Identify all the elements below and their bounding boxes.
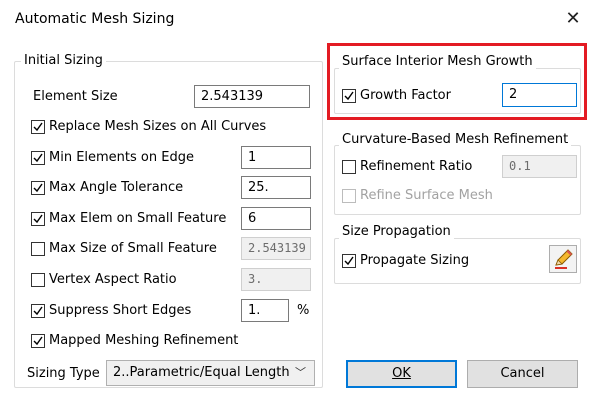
element-size-label: Element Size bbox=[33, 89, 118, 104]
vertex-aspect-ratio-label: Vertex Aspect Ratio bbox=[49, 272, 177, 287]
replace-mesh-sizes-checkbox[interactable] bbox=[31, 120, 45, 134]
sizing-type-select[interactable]: 2..Parametric/Equal Length ﹀ bbox=[106, 360, 315, 386]
max-elem-small-feature-checkbox[interactable] bbox=[31, 212, 45, 226]
highlight-box bbox=[327, 43, 587, 120]
min-elements-field[interactable]: 1 bbox=[241, 146, 311, 169]
pencil-edit-icon bbox=[555, 249, 573, 269]
initial-sizing-title: Initial Sizing bbox=[21, 53, 106, 68]
max-size-small-feature-field[interactable]: 2.543139 bbox=[241, 237, 311, 260]
ok-button[interactable]: OK bbox=[346, 360, 457, 388]
edit-sizing-button[interactable] bbox=[549, 245, 577, 273]
suppress-short-edges-label: Suppress Short Edges bbox=[49, 303, 192, 318]
element-size-field[interactable]: 2.543139 bbox=[194, 85, 310, 108]
max-size-small-feature-label: Max Size of Small Feature bbox=[49, 241, 217, 256]
curvature-title: Curvature-Based Mesh Refinement bbox=[339, 132, 572, 147]
ok-button-label: OK bbox=[392, 366, 411, 381]
replace-mesh-sizes-label: Replace Mesh Sizes on All Curves bbox=[49, 119, 267, 134]
size-propagation-title: Size Propagation bbox=[339, 224, 454, 239]
propagate-sizing-checkbox[interactable] bbox=[342, 254, 356, 268]
close-icon[interactable]: ✕ bbox=[562, 7, 584, 31]
cancel-button-label: Cancel bbox=[500, 366, 545, 381]
max-size-small-feature-checkbox[interactable] bbox=[31, 242, 45, 256]
mapped-meshing-label: Mapped Meshing Refinement bbox=[49, 333, 239, 348]
window-title: Automatic Mesh Sizing bbox=[15, 11, 175, 27]
max-elem-small-feature-label: Max Elem on Small Feature bbox=[49, 211, 227, 226]
vertex-aspect-ratio-checkbox[interactable] bbox=[31, 273, 45, 287]
propagate-sizing-label: Propagate Sizing bbox=[360, 253, 470, 268]
cancel-button[interactable]: Cancel bbox=[467, 360, 578, 388]
refine-surface-mesh-checkbox[interactable] bbox=[342, 189, 356, 203]
max-angle-label: Max Angle Tolerance bbox=[49, 180, 184, 195]
chevron-down-icon: ﹀ bbox=[295, 366, 306, 379]
min-elements-label: Min Elements on Edge bbox=[49, 150, 194, 165]
sizing-type-value: 2..Parametric/Equal Length bbox=[113, 365, 290, 380]
mapped-meshing-checkbox[interactable] bbox=[31, 334, 45, 348]
vertex-aspect-ratio-field[interactable]: 3. bbox=[241, 268, 311, 291]
refinement-ratio-label: Refinement Ratio bbox=[360, 159, 473, 174]
sizing-type-label: Sizing Type bbox=[27, 366, 100, 381]
min-elements-checkbox[interactable] bbox=[31, 151, 45, 165]
max-angle-field[interactable]: 25. bbox=[241, 176, 311, 199]
refine-surface-mesh-label: Refine Surface Mesh bbox=[360, 188, 493, 203]
suppress-short-edges-field[interactable]: 1. bbox=[241, 299, 289, 322]
refinement-ratio-checkbox[interactable] bbox=[342, 160, 356, 174]
max-angle-checkbox[interactable] bbox=[31, 181, 45, 195]
suppress-short-edges-checkbox[interactable] bbox=[31, 304, 45, 318]
max-elem-small-feature-field[interactable]: 6 bbox=[241, 207, 311, 230]
refinement-ratio-field[interactable]: 0.1 bbox=[502, 155, 577, 178]
percent-unit-label: % bbox=[297, 303, 310, 318]
